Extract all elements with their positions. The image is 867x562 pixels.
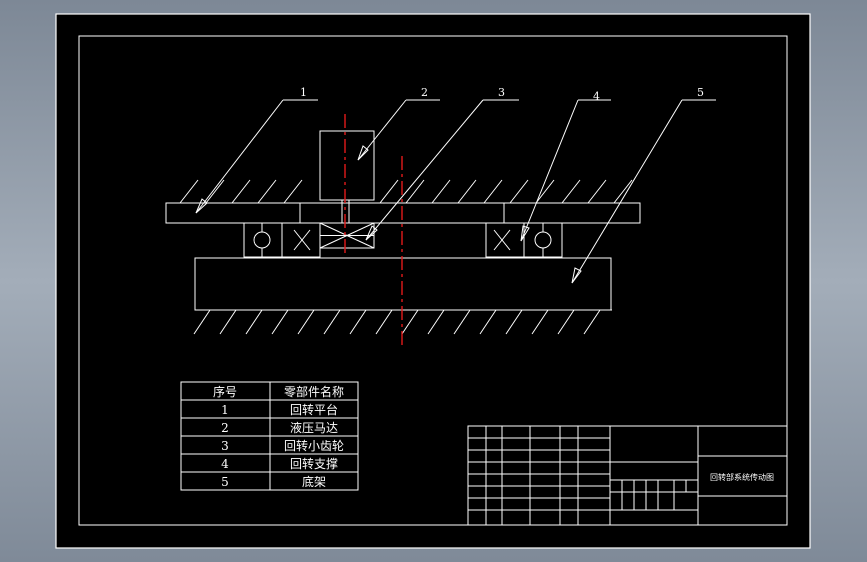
drawing-canvas: 1 2 3 4 5 序号 零部件名称 1 回转平台 2 液压马达 3 回转小齿轮…	[55, 13, 811, 549]
parts-row-1-no: 1	[221, 403, 229, 417]
drawing-title: 回转部系统传动图	[710, 472, 774, 482]
parts-table-header-name: 零部件名称	[284, 384, 344, 399]
parts-row-4-name: 回转支撑	[290, 456, 338, 471]
parts-row-4-no: 4	[221, 457, 229, 471]
parts-row-2-name: 液压马达	[290, 420, 338, 435]
parts-table-header-no: 序号	[213, 384, 237, 399]
callout-2: 2	[421, 86, 428, 99]
callout-1: 1	[300, 86, 307, 99]
parts-row-1-name: 回转平台	[290, 402, 338, 417]
parts-row-5-name: 底架	[302, 474, 326, 489]
callout-4: 4	[593, 90, 600, 103]
parts-row-5-no: 5	[221, 475, 229, 489]
parts-row-3-name: 回转小齿轮	[284, 438, 344, 453]
parts-row-3-no: 3	[221, 439, 229, 453]
cad-viewport[interactable]: 1 2 3 4 5 序号 零部件名称 1 回转平台 2 液压马达 3 回转小齿轮…	[0, 0, 867, 562]
callout-3: 3	[498, 86, 505, 99]
callout-5: 5	[697, 86, 704, 99]
parts-row-2-no: 2	[221, 421, 229, 435]
